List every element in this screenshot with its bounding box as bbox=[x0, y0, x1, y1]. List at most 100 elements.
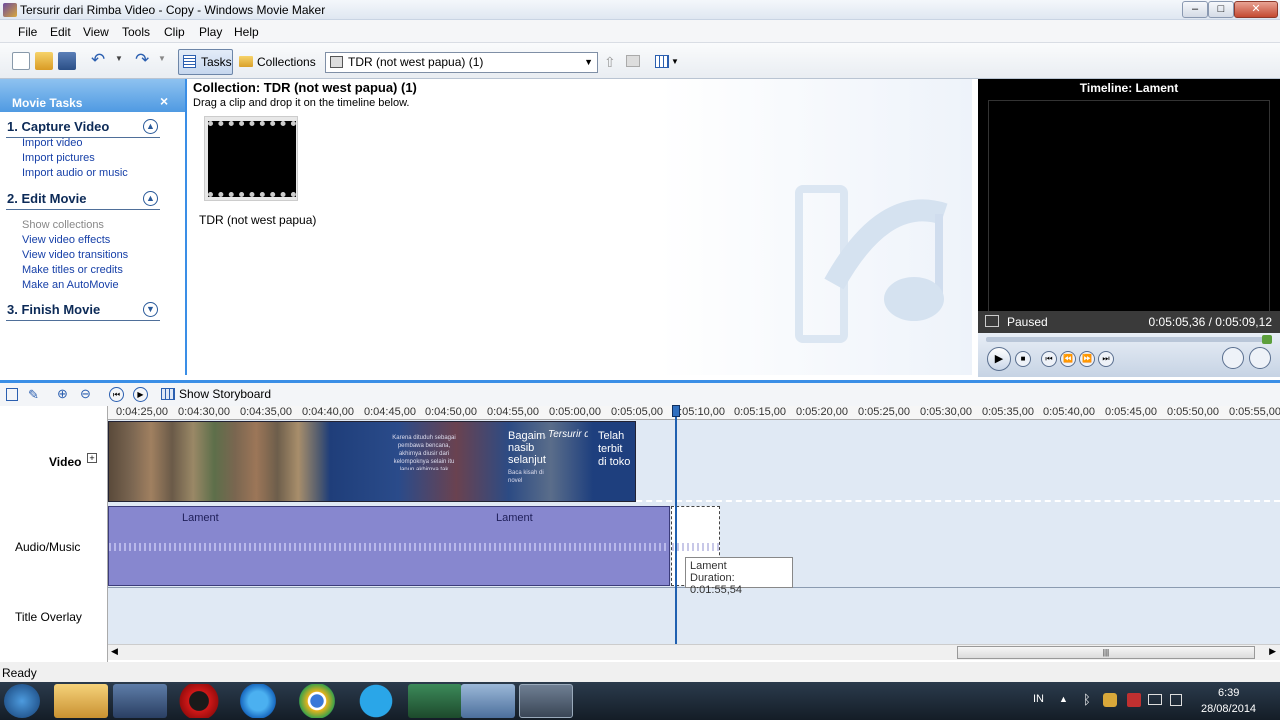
timeline-scrollbar[interactable]: ◀ ||| ▶ bbox=[108, 644, 1280, 660]
fullscreen-icon[interactable] bbox=[985, 315, 999, 327]
movie-maker-taskbar-icon[interactable] bbox=[519, 684, 573, 718]
chrome-icon[interactable] bbox=[290, 684, 344, 718]
timeline-toolbar: ✎ ⊕ ⊖ ⏮ ▶ Show Storyboard bbox=[0, 380, 1280, 406]
section-edit-movie[interactable]: 2. Edit Movie bbox=[7, 191, 86, 206]
menu-play[interactable]: Play bbox=[199, 25, 222, 39]
skype-icon[interactable] bbox=[349, 684, 403, 718]
expand-video-track-icon[interactable]: + bbox=[87, 453, 97, 463]
new-project-icon[interactable] bbox=[12, 52, 30, 70]
previous-frame-button[interactable]: ⏮ bbox=[1041, 351, 1057, 367]
undo-dropdown-icon[interactable]: ▼ bbox=[115, 54, 123, 63]
split-clip-button[interactable] bbox=[1222, 347, 1244, 369]
opera-icon[interactable] bbox=[172, 684, 226, 718]
tasks-button[interactable]: Tasks bbox=[178, 49, 233, 75]
timeline-tracks: Karena dituduh sebagai pembawa bencana, … bbox=[108, 405, 1280, 644]
redo-dropdown-icon[interactable]: ▼ bbox=[158, 54, 166, 63]
ruler-tick: 0:04:25,00 bbox=[116, 406, 168, 418]
save-project-icon[interactable] bbox=[58, 52, 76, 70]
ruler-tick: 0:05:10,00 bbox=[673, 406, 725, 418]
stop-button[interactable]: ■ bbox=[1015, 351, 1031, 367]
clip-text-5: Telah terbit di toko terdekat bbox=[598, 430, 634, 470]
menu-edit[interactable]: Edit bbox=[50, 25, 71, 39]
play-button[interactable]: ▶ bbox=[987, 347, 1011, 371]
maximize-button[interactable]: □ bbox=[1208, 1, 1234, 18]
views-icon[interactable] bbox=[655, 55, 669, 68]
menu-file[interactable]: File bbox=[18, 25, 37, 39]
show-storyboard-label: Show Storyboard bbox=[179, 387, 272, 401]
ruler-tick: 0:05:30,00 bbox=[920, 406, 972, 418]
media-player-icon[interactable] bbox=[113, 684, 167, 718]
start-button[interactable] bbox=[4, 684, 40, 718]
views-dropdown-icon[interactable]: ▼ bbox=[671, 57, 679, 66]
link-titles-credits[interactable]: Make titles or credits bbox=[22, 264, 123, 276]
link-automovie[interactable]: Make an AutoMovie bbox=[22, 279, 119, 291]
action-center-icon[interactable] bbox=[1127, 693, 1141, 707]
seek-thumb[interactable] bbox=[1262, 335, 1272, 344]
new-collection-folder-icon[interactable] bbox=[626, 55, 640, 67]
expand-icon[interactable]: ▼ bbox=[143, 302, 158, 317]
redo-icon[interactable]: ↷ bbox=[135, 50, 149, 70]
scroll-right-icon[interactable]: ▶ bbox=[1269, 646, 1276, 657]
clock-date[interactable]: 28/08/2014 bbox=[1201, 703, 1256, 715]
menu-bar: File Edit View Tools Clip Play Help bbox=[0, 20, 1280, 43]
tray-app-icon[interactable] bbox=[1103, 693, 1117, 707]
timeline-ruler[interactable]: 0:04:25,00 0:04:30,00 0:04:35,00 0:04:40… bbox=[108, 406, 1280, 420]
playhead-handle[interactable] bbox=[672, 405, 680, 417]
scroll-left-icon[interactable]: ◀ bbox=[111, 646, 118, 657]
rewind-timeline-icon[interactable]: ⏮ bbox=[109, 387, 124, 402]
show-storyboard-button[interactable]: Show Storyboard bbox=[160, 386, 271, 404]
bluetooth-icon[interactable]: ᛒ bbox=[1083, 692, 1091, 707]
collection-select[interactable]: TDR (not west papua) (1) ▼ bbox=[325, 52, 598, 73]
link-import-pictures[interactable]: Import pictures bbox=[22, 152, 95, 164]
preview-status-bar: Paused 0:05:05,36 / 0:05:09,12 bbox=[978, 311, 1280, 333]
internet-explorer-icon[interactable] bbox=[231, 684, 285, 718]
scrollbar-thumb[interactable]: ||| bbox=[957, 646, 1255, 659]
show-hidden-icons[interactable]: ▲ bbox=[1059, 694, 1068, 704]
tasks-label: Tasks bbox=[201, 55, 232, 69]
menu-clip[interactable]: Clip bbox=[164, 25, 185, 39]
narrate-icon[interactable]: ✎ bbox=[28, 387, 39, 403]
close-tasks-icon[interactable]: × bbox=[160, 93, 168, 109]
collapse-icon[interactable]: ▲ bbox=[143, 191, 158, 206]
network-icon[interactable] bbox=[1148, 694, 1162, 705]
link-video-transitions[interactable]: View video transitions bbox=[22, 249, 128, 261]
link-show-collections[interactable]: Show collections bbox=[22, 219, 104, 231]
up-one-level-icon[interactable]: ⇧ bbox=[604, 54, 616, 71]
menu-tools[interactable]: Tools bbox=[122, 25, 150, 39]
audio-clip-1[interactable]: Lament Lament bbox=[108, 506, 670, 586]
menu-view[interactable]: View bbox=[83, 25, 109, 39]
ruler-tick: 0:05:40,00 bbox=[1043, 406, 1095, 418]
image-viewer-icon[interactable] bbox=[408, 684, 462, 718]
section-capture-video[interactable]: 1. Capture Video bbox=[7, 119, 109, 134]
title-overlay-track[interactable] bbox=[108, 589, 1280, 644]
link-video-effects[interactable]: View video effects bbox=[22, 234, 110, 246]
play-timeline-icon[interactable]: ▶ bbox=[133, 387, 148, 402]
playhead[interactable] bbox=[675, 406, 677, 644]
take-picture-button[interactable] bbox=[1249, 347, 1271, 369]
collapse-icon[interactable]: ▲ bbox=[143, 119, 158, 134]
forward-button[interactable]: ⏩ bbox=[1079, 351, 1095, 367]
rewind-button[interactable]: ⏪ bbox=[1060, 351, 1076, 367]
seek-bar[interactable] bbox=[986, 335, 1272, 344]
clip-thumbnail[interactable] bbox=[204, 116, 298, 201]
undo-icon[interactable]: ↶ bbox=[91, 50, 105, 70]
link-import-video[interactable]: Import video bbox=[22, 137, 83, 149]
explorer-icon[interactable] bbox=[54, 684, 108, 718]
clock-time[interactable]: 6:39 bbox=[1218, 687, 1239, 699]
audio-clip-label: Lament bbox=[182, 512, 219, 524]
open-project-icon[interactable] bbox=[35, 52, 53, 70]
section-finish-movie[interactable]: 3. Finish Movie bbox=[7, 302, 100, 317]
language-indicator[interactable]: IN bbox=[1033, 693, 1044, 705]
menu-help[interactable]: Help bbox=[234, 25, 259, 39]
zoom-out-icon[interactable]: ⊖ bbox=[80, 386, 91, 402]
paint-icon[interactable] bbox=[461, 684, 515, 718]
next-frame-button[interactable]: ⏭ bbox=[1098, 351, 1114, 367]
close-button[interactable]: ✕ bbox=[1234, 1, 1278, 18]
collections-button[interactable]: Collections bbox=[234, 49, 316, 75]
power-icon[interactable] bbox=[1170, 694, 1182, 706]
minimize-button[interactable]: – bbox=[1182, 1, 1208, 18]
link-import-audio[interactable]: Import audio or music bbox=[22, 167, 128, 179]
status-bar: Ready bbox=[0, 662, 1280, 682]
zoom-in-icon[interactable]: ⊕ bbox=[57, 386, 68, 402]
set-audio-levels-icon[interactable] bbox=[6, 388, 18, 401]
